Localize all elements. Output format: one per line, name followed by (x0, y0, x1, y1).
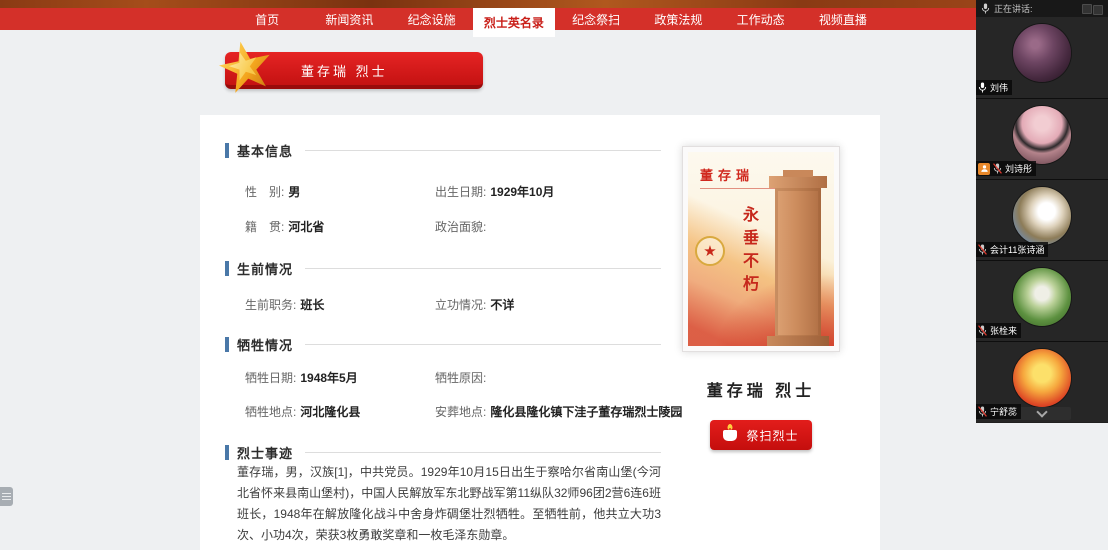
menu-handle-icon (2, 493, 11, 494)
header-texture-strip (0, 0, 976, 8)
participant-label: 刘伟 (976, 80, 1012, 95)
participant-name: 刘伟 (990, 81, 1008, 94)
deeds-paragraph: 董存瑞，男，汉族[1]，中共党员。1929年10月15日出生于察哈尔省南山堡(今… (237, 462, 661, 546)
nav-item-memorial-sweep[interactable]: 纪念祭扫 (555, 8, 637, 30)
participant-name: 宁舒蕊 (990, 405, 1017, 418)
nav-item-news[interactable]: 新闻资讯 (308, 8, 390, 30)
mic-icon (981, 3, 990, 14)
monument-illustration (775, 188, 821, 338)
participant-name: 刘诗彤 (1005, 162, 1032, 175)
section-sacrifice-info: 牺牲情况 (225, 335, 661, 354)
grid-view-icon[interactable] (1082, 4, 1092, 14)
nav-item-facilities[interactable]: 纪念设施 (391, 8, 473, 30)
nav-item-martyr-roster[interactable]: 烈士英名录 (473, 8, 555, 37)
section-basic-info: 基本信息 (225, 141, 661, 160)
martyr-name: 董存瑞 烈士 (682, 377, 840, 401)
participant-tile[interactable]: 张栓来 (976, 260, 1108, 341)
section-divider (305, 452, 661, 453)
star-icon (219, 41, 273, 95)
field-sacrifice-place: 牺牲地点:河北隆化县 (245, 403, 360, 420)
field-sacrifice-date: 牺牲日期:1948年5月 (245, 369, 358, 386)
mic-muted-icon (978, 325, 987, 336)
avatar (1013, 268, 1071, 326)
participant-name: 会计11张诗涵 (990, 243, 1044, 256)
memorial-artwork: 董存瑞 永垂不朽 ★ (688, 152, 834, 346)
nav-item-home[interactable]: 首页 (226, 8, 308, 30)
profile-card: 基本信息 性 别:男 出生日期:1929年10月 籍 贯:河北省 政治面貌: 生… (200, 115, 880, 550)
video-call-panel: 正在讲话: 刘伟 (976, 0, 1108, 423)
section-accent-bar (225, 261, 229, 276)
participant-label: 会计11张诗涵 (976, 242, 1048, 257)
sweep-button-label: 祭扫烈士 (746, 427, 798, 444)
field-political-status: 政治面貌: (435, 218, 490, 235)
section-divider (305, 150, 661, 151)
section-divider (305, 344, 661, 345)
field-birthdate: 出生日期:1929年10月 (435, 183, 554, 200)
nav-item-work-updates[interactable]: 工作动态 (720, 8, 802, 30)
sweep-martyr-button[interactable]: 祭扫烈士 (710, 420, 812, 450)
nav-item-policies[interactable]: 政策法规 (637, 8, 719, 30)
speaking-label: 正在讲话: (994, 2, 1033, 15)
participant-label: 宁舒蕊 (976, 404, 1021, 419)
field-merit: 立功情况:不详 (435, 296, 514, 313)
section-title: 烈士事迹 (237, 443, 293, 462)
participant-tile[interactable]: 刘伟 (976, 17, 1108, 98)
collapse-panel-button[interactable] (1013, 407, 1071, 420)
video-call-header: 正在讲话: (976, 0, 1108, 17)
avatar (1013, 349, 1071, 407)
side-drawer-handle[interactable] (0, 487, 13, 506)
section-title: 生前情况 (237, 259, 293, 278)
mic-muted-icon (978, 244, 987, 255)
participant-name: 张栓来 (990, 324, 1017, 337)
section-accent-bar (225, 445, 229, 460)
memorial-portrait: 董存瑞 永垂不朽 ★ (682, 146, 840, 352)
mic-icon (978, 82, 987, 93)
section-title: 基本信息 (237, 141, 293, 160)
section-deeds: 烈士事迹 (225, 443, 661, 462)
mic-muted-icon (993, 163, 1002, 174)
field-duty: 生前职务:班长 (245, 296, 324, 313)
portrait-underline (700, 188, 786, 189)
section-accent-bar (225, 337, 229, 352)
section-title: 牺牲情况 (237, 335, 293, 354)
grid-view-icon[interactable] (1093, 5, 1103, 15)
section-accent-bar (225, 143, 229, 158)
nav-menu: 首页 新闻资讯 纪念设施 烈士英名录 纪念祭扫 政策法规 工作动态 视频直播 (226, 8, 884, 30)
chevron-down-icon (1036, 406, 1047, 417)
section-divider (305, 268, 661, 269)
avatar (1013, 187, 1071, 245)
avatar (1013, 106, 1071, 164)
avatar (1013, 24, 1071, 82)
portrait-slogan: 永垂不朽 (736, 206, 760, 298)
mic-muted-icon (978, 406, 987, 417)
section-life-info: 生前情况 (225, 259, 661, 278)
field-gender: 性 别:男 (245, 183, 300, 200)
banner-title: 董存瑞 烈士 (301, 61, 388, 80)
presenter-badge-icon (978, 163, 990, 175)
participant-tile[interactable]: 刘诗彤 (976, 98, 1108, 179)
martyr-banner: 董存瑞 烈士 (225, 52, 483, 89)
participant-label: 刘诗彤 (976, 161, 1036, 176)
participant-label: 张栓来 (976, 323, 1021, 338)
nav-item-live-video[interactable]: 视频直播 (802, 8, 884, 30)
field-native-place: 籍 贯:河北省 (245, 218, 324, 235)
portrait-name: 董存瑞 (700, 165, 754, 184)
field-burial-place: 安葬地点:隆化县隆化镇下洼子董存瑞烈士陵园 (435, 403, 682, 420)
star-emblem-icon: ★ (695, 236, 725, 266)
participant-tile[interactable]: 宁舒蕊 (976, 341, 1108, 422)
page: 首页 新闻资讯 纪念设施 烈士英名录 纪念祭扫 政策法规 工作动态 视频直播 董… (0, 0, 1108, 550)
candle-icon (723, 430, 737, 441)
participant-tile[interactable]: 会计11张诗涵 (976, 179, 1108, 260)
field-sacrifice-cause: 牺牲原因: (435, 369, 490, 386)
